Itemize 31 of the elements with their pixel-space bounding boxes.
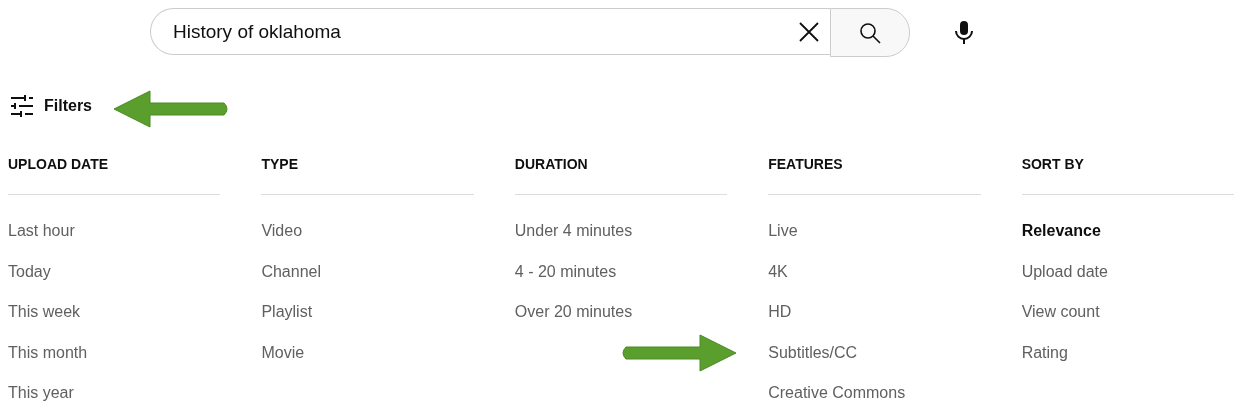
filter-option[interactable]: Today [8,261,51,282]
filter-group-title: SORT BY [1021,156,1234,195]
search-button[interactable] [830,8,910,57]
filter-option[interactable]: Video [261,221,303,241]
filter-option[interactable]: HD [768,302,792,322]
filter-group-title: UPLOAD DATE [8,156,221,195]
filter-option[interactable]: View count [1021,302,1100,322]
search-icon [858,20,882,45]
filter-option[interactable]: Creative Commons [768,383,906,403]
filter-group-title: DURATION [514,156,728,195]
filter-option[interactable]: Last hour [8,221,75,241]
filter-option[interactable]: Playlist [261,302,313,322]
filter-option[interactable]: Relevance [1021,221,1101,241]
filter-group-title: FEATURES [768,156,981,195]
filter-option[interactable]: Movie [261,342,305,363]
filters-button[interactable]: Filters [10,95,92,117]
search-field[interactable]: History of oklahoma [171,19,792,44]
sliders-icon [10,95,34,117]
filter-option[interactable]: Over 20 minutes [514,302,633,322]
filter-option[interactable]: Rating [1021,342,1068,363]
filter-option[interactable]: Upload date [1021,261,1108,282]
filter-option[interactable]: This week [8,302,81,322]
filter-option[interactable]: Under 4 minutes [514,221,633,241]
filter-option[interactable]: This year [8,383,74,403]
filter-option[interactable]: Subtitles/CC [768,342,858,363]
filter-option[interactable]: This month [8,342,88,363]
filter-option[interactable]: 4 - 20 minutes [514,261,617,282]
filter-group-title: TYPE [261,156,474,195]
filter-option[interactable]: 4K [768,261,788,282]
filter-option[interactable]: Live [768,221,798,241]
filter-option[interactable]: Channel [261,261,321,282]
